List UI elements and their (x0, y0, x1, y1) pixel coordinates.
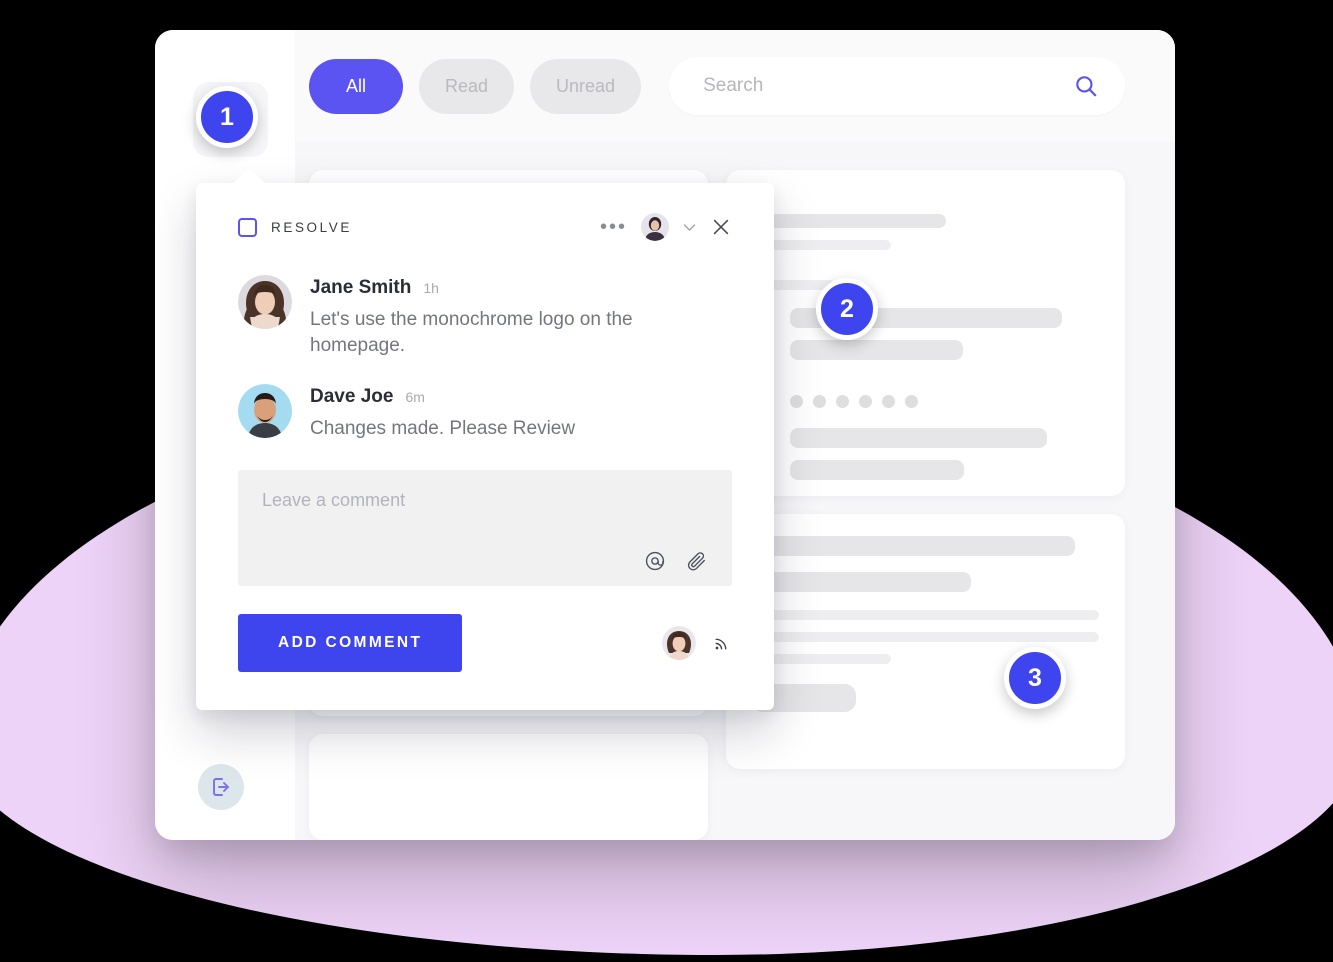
filter-tab-unread[interactable]: Unread (530, 58, 642, 114)
footer-actions (662, 625, 732, 660)
card-right-top[interactable] (726, 170, 1125, 496)
comment-composer[interactable]: Leave a comment (238, 469, 732, 586)
skeleton-dots (790, 390, 1099, 412)
skeleton-line (752, 536, 1075, 556)
more-horizontal-icon[interactable]: ••• (600, 217, 627, 237)
chevron-down-icon[interactable] (683, 223, 696, 232)
close-icon[interactable] (710, 216, 732, 238)
popover-arrow (232, 168, 266, 184)
add-comment-button[interactable]: ADD COMMENT (238, 613, 463, 672)
skeleton-dot (836, 394, 849, 408)
resolve-toggle[interactable]: RESOLVE (238, 217, 352, 237)
avatar-jane-smith (238, 275, 292, 329)
comment-item: Jane Smith 1h Let's use the monochrome l… (238, 275, 732, 358)
card-row-location (752, 308, 1099, 372)
skeleton-line (752, 610, 1099, 620)
skeleton-line (790, 428, 1047, 448)
skeleton-line (752, 632, 1099, 642)
card-left-bottom[interactable] (309, 734, 708, 840)
broadcast-icon[interactable] (712, 633, 732, 653)
logout-icon (209, 775, 233, 799)
popover-header: RESOLVE ••• (238, 213, 732, 241)
resolve-label: RESOLVE (271, 219, 352, 235)
comment-popover: RESOLVE ••• Jane Smith 1h Let's use the … (196, 168, 774, 710)
comment-body: Jane Smith 1h Let's use the monochrome l… (310, 275, 732, 358)
comment-author: Dave Joe (310, 386, 394, 408)
skeleton-dot (813, 394, 826, 408)
popover-header-actions: ••• (600, 213, 732, 241)
content-column-right (726, 170, 1125, 840)
skeleton-line (790, 340, 964, 360)
search-icon[interactable] (1073, 73, 1099, 99)
skeleton-dot (790, 394, 803, 408)
comment-text: Let's use the monochrome logo on the hom… (310, 309, 633, 356)
search-input[interactable] (701, 74, 1073, 98)
skeleton-line (790, 460, 964, 480)
comment-header: Dave Joe 6m (310, 386, 732, 408)
filter-tab-all[interactable]: All (309, 58, 403, 114)
avatar-dave-joe (238, 384, 292, 439)
card-right-bottom[interactable] (726, 514, 1125, 769)
composer-tools (644, 550, 708, 572)
checkbox-icon[interactable] (238, 217, 257, 237)
comment-body: Dave Joe 6m Changes made. Please Review (310, 384, 732, 442)
card-row-time (752, 390, 1099, 414)
filter-tab-read[interactable]: Read (419, 58, 515, 114)
search-bar[interactable] (669, 57, 1125, 115)
comment-header: Jane Smith 1h (310, 277, 732, 299)
logout-button[interactable] (198, 764, 244, 810)
skeleton-dot (859, 394, 872, 408)
paperclip-icon[interactable] (686, 550, 708, 572)
at-mention-icon[interactable] (644, 550, 666, 572)
skeleton-line (752, 572, 971, 592)
skeleton-line (752, 214, 947, 228)
step-badge-2[interactable]: 2 (816, 278, 878, 340)
step-badge-3[interactable]: 3 (1004, 647, 1066, 709)
popover-footer: ADD COMMENT (238, 613, 732, 672)
comment-author: Jane Smith (310, 277, 412, 298)
comment-text: Changes made. Please Review (310, 418, 576, 440)
comment-input-placeholder[interactable]: Leave a comment (262, 490, 708, 511)
comment-timestamp: 6m (405, 389, 425, 406)
user-avatar[interactable] (641, 213, 669, 241)
comment-item: Dave Joe 6m Changes made. Please Review (238, 384, 732, 442)
step-badge-1[interactable]: 1 (196, 86, 258, 148)
comment-timestamp: 1h (423, 280, 439, 296)
skeleton-dot (882, 394, 895, 408)
user-avatar[interactable] (662, 625, 696, 660)
toolbar: All Read Unread (295, 30, 1175, 142)
skeleton-dot (905, 394, 918, 408)
